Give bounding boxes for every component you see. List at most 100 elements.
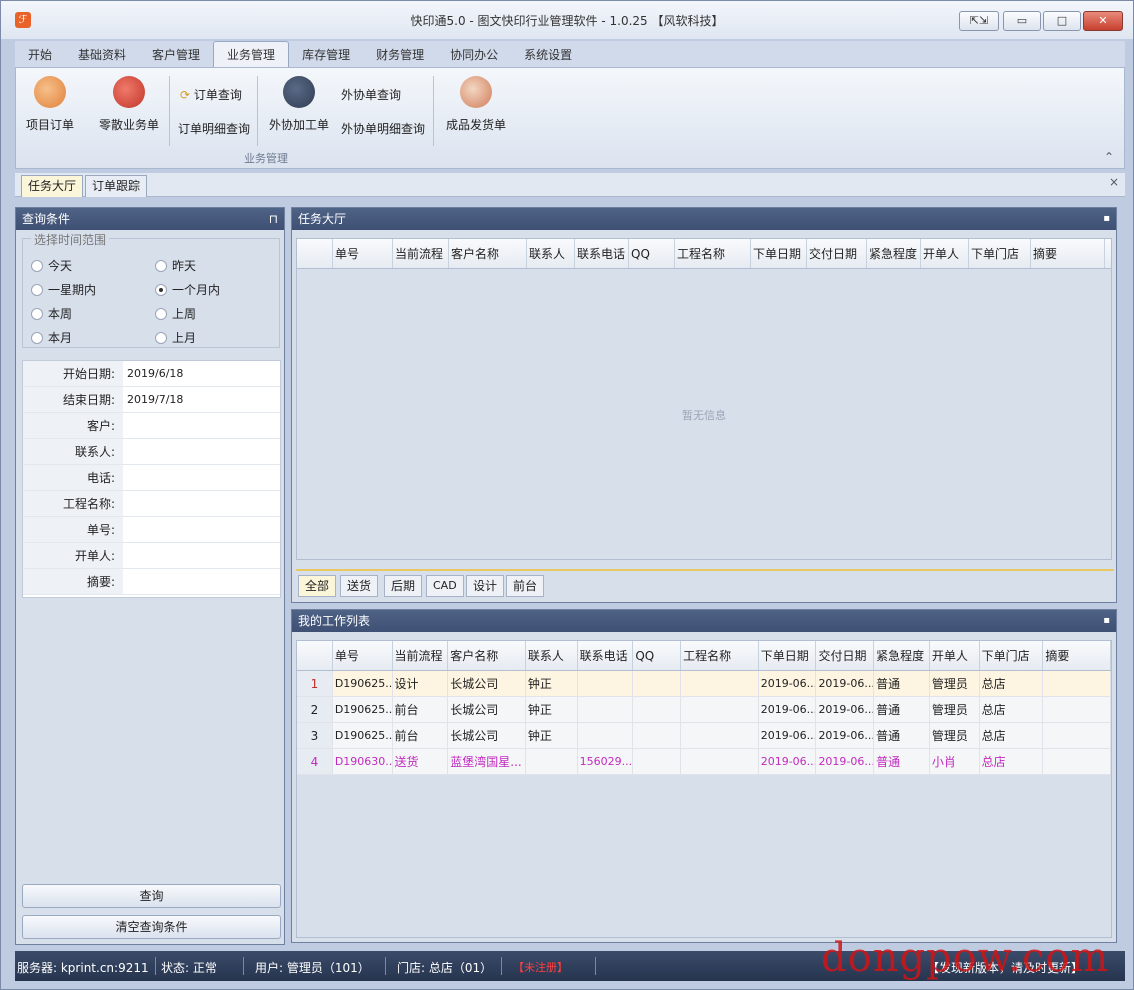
menu-tab-1[interactable]: 基础资料 xyxy=(65,42,139,68)
menu-tab-0[interactable]: 开始 xyxy=(15,42,65,68)
filter-tab-2[interactable]: 后期 xyxy=(384,575,423,597)
column-header[interactable]: 联系人 xyxy=(526,641,578,670)
column-header[interactable]: 下单日期 xyxy=(751,239,807,268)
column-header[interactable]: 客户名称 xyxy=(448,641,526,670)
column-header[interactable]: 客户名称 xyxy=(449,239,527,268)
radio-option-6[interactable]: 本月 xyxy=(31,329,72,346)
column-header[interactable]: 单号 xyxy=(333,239,393,268)
status-separator xyxy=(155,957,156,975)
column-header[interactable]: 紧急程度 xyxy=(867,239,921,268)
field-input[interactable] xyxy=(123,465,280,490)
server-status: 服务器: kprint.cn:9211 xyxy=(17,961,149,975)
time-range-group: 选择时间范围 今天 昨天 一星期内 一个月内 本周 上周 本月 上月 xyxy=(22,231,280,348)
pin-icon[interactable]: ⊓ xyxy=(269,208,278,230)
radio-label: 一星期内 xyxy=(48,283,97,297)
table-cell xyxy=(1043,749,1112,774)
field-input[interactable] xyxy=(123,413,280,438)
column-header[interactable]: 下单门店 xyxy=(969,239,1031,268)
column-header[interactable]: 下单门店 xyxy=(980,641,1044,670)
filter-tab-5[interactable]: 前台 xyxy=(506,575,545,597)
status-separator xyxy=(595,957,596,975)
radio-option-4[interactable]: 本周 xyxy=(31,305,72,322)
radio-option-7[interactable]: 上月 xyxy=(155,329,196,346)
column-header[interactable]: 开单人 xyxy=(921,239,969,268)
table-row[interactable]: 1 D190625... 设计 长城公司 钟正 2019-06... 2019-06... 普… xyxy=(297,671,1112,697)
restore-small-button[interactable]: ⇱⇲ xyxy=(959,11,999,31)
close-tab-icon[interactable]: × xyxy=(1109,175,1119,189)
user-status: 用户: 管理员（101） xyxy=(255,961,370,975)
field-input[interactable] xyxy=(123,439,280,464)
menu-tab-2[interactable]: 客户管理 xyxy=(139,42,213,68)
table-cell: 普通 xyxy=(874,697,930,722)
outsourcing-button[interactable]: 外协加工单 xyxy=(264,76,334,133)
order-query-button[interactable]: ⟳ 订单查询 xyxy=(180,86,242,103)
field-input[interactable]: 2019/7/18 xyxy=(123,387,280,412)
column-header[interactable]: QQ xyxy=(629,239,675,268)
field-input[interactable] xyxy=(123,491,280,516)
column-header[interactable]: QQ xyxy=(633,641,682,670)
filter-tab-1[interactable]: 送货 xyxy=(340,575,379,597)
column-header[interactable]: 下单日期 xyxy=(759,641,817,670)
table-row[interactable]: 4 D190630... 送货 蓝堡湾国星... 156029... 2019-06...… xyxy=(297,749,1112,775)
radio-option-1[interactable]: 昨天 xyxy=(155,257,196,274)
retail-order-button[interactable]: 零散业务单 xyxy=(94,76,164,133)
outsource-detail-query-button[interactable]: 外协单明细查询 xyxy=(341,120,425,137)
table-cell xyxy=(578,723,634,748)
column-header[interactable]: 摘要 xyxy=(1043,641,1112,670)
column-header[interactable]: 工程名称 xyxy=(675,239,751,268)
outsource-query-button[interactable]: 外协单查询 xyxy=(341,86,401,103)
menu-tab-4[interactable]: 库存管理 xyxy=(289,42,363,68)
filter-tab-4[interactable]: 设计 xyxy=(466,575,505,597)
shipping-button[interactable]: 成品发货单 xyxy=(440,76,512,133)
table-cell xyxy=(526,749,578,774)
maximize-panel-icon[interactable]: ▪ xyxy=(1103,208,1110,230)
project-order-button[interactable]: 项目订单 xyxy=(22,76,78,133)
query-panel: 查询条件 ⊓ 选择时间范围 今天 昨天 一星期内 一个月内 本周 上周 本月 上月 开始日期:… xyxy=(15,207,285,945)
table-row[interactable]: 2 D190625... 前台 长城公司 钟正 2019-06... 2019-06... 普… xyxy=(297,697,1112,723)
radio-circle-icon xyxy=(31,332,43,344)
clear-conditions-button[interactable]: 清空查询条件 xyxy=(22,915,281,939)
column-header[interactable]: 交付日期 xyxy=(807,239,867,268)
column-header[interactable]: 交付日期 xyxy=(816,641,875,670)
menu-tab-5[interactable]: 财务管理 xyxy=(363,42,437,68)
radio-option-0[interactable]: 今天 xyxy=(31,257,72,274)
maximize-button[interactable]: □ xyxy=(1043,11,1081,31)
close-button[interactable]: ✕ xyxy=(1083,11,1123,31)
column-header[interactable]: 联系电话 xyxy=(575,239,629,268)
tab-task-hall[interactable]: 任务大厅 xyxy=(21,175,84,197)
column-header[interactable]: 联系人 xyxy=(527,239,575,268)
table-cell xyxy=(633,697,682,722)
work-list-panel: 我的工作列表 ▪ 单号 当前流程 客户名称 联系人 联系电话 QQ 工程名称 下单日期 交付日期… xyxy=(291,609,1117,943)
column-header[interactable]: 摘要 xyxy=(1031,239,1105,268)
filter-tab-0[interactable]: 全部 xyxy=(298,575,337,597)
column-header[interactable]: 联系电话 xyxy=(578,641,634,670)
field-input[interactable]: 2019/6/18 xyxy=(123,361,280,386)
radio-option-3[interactable]: 一个月内 xyxy=(155,281,220,298)
column-header[interactable]: 单号 xyxy=(333,641,393,670)
field-input[interactable] xyxy=(123,569,280,594)
menu-tab-6[interactable]: 协同办公 xyxy=(437,42,511,68)
column-header[interactable]: 开单人 xyxy=(930,641,980,670)
title-bar[interactable]: ℱ 快印通5.0 - 图文快印行业管理软件 - 1.0.25 【风软科技】 ⇱⇲… xyxy=(1,1,1133,39)
column-header[interactable]: 工程名称 xyxy=(681,641,759,670)
table-row[interactable]: 3 D190625... 前台 长城公司 钟正 2019-06... 2019-06... 普… xyxy=(297,723,1112,749)
column-header[interactable]: 当前流程 xyxy=(393,641,449,670)
tab-order-tracking[interactable]: 订单跟踪 xyxy=(85,175,148,197)
column-header[interactable]: 紧急程度 xyxy=(874,641,930,670)
order-detail-query-button[interactable]: 订单明细查询 xyxy=(178,120,250,137)
ribbon-collapse-icon[interactable]: ⌃ xyxy=(1104,150,1114,164)
menu-tab-7[interactable]: 系统设置 xyxy=(511,42,585,68)
filter-tab-3[interactable]: CAD xyxy=(426,575,464,597)
menu-tab-3[interactable]: 业务管理 xyxy=(213,41,290,67)
table-cell xyxy=(1043,697,1112,722)
query-button[interactable]: 查询 xyxy=(22,884,281,908)
radio-option-5[interactable]: 上周 xyxy=(155,305,196,322)
maximize-panel-icon[interactable]: ▪ xyxy=(1103,610,1110,632)
field-input[interactable] xyxy=(123,517,280,542)
minimize-button[interactable]: ▭ xyxy=(1003,11,1041,31)
task-hall-header: 任务大厅 ▪ xyxy=(292,208,1116,230)
project-order-icon xyxy=(34,76,66,108)
radio-option-2[interactable]: 一星期内 xyxy=(31,281,96,298)
field-input[interactable] xyxy=(123,543,280,568)
column-header[interactable]: 当前流程 xyxy=(393,239,449,268)
